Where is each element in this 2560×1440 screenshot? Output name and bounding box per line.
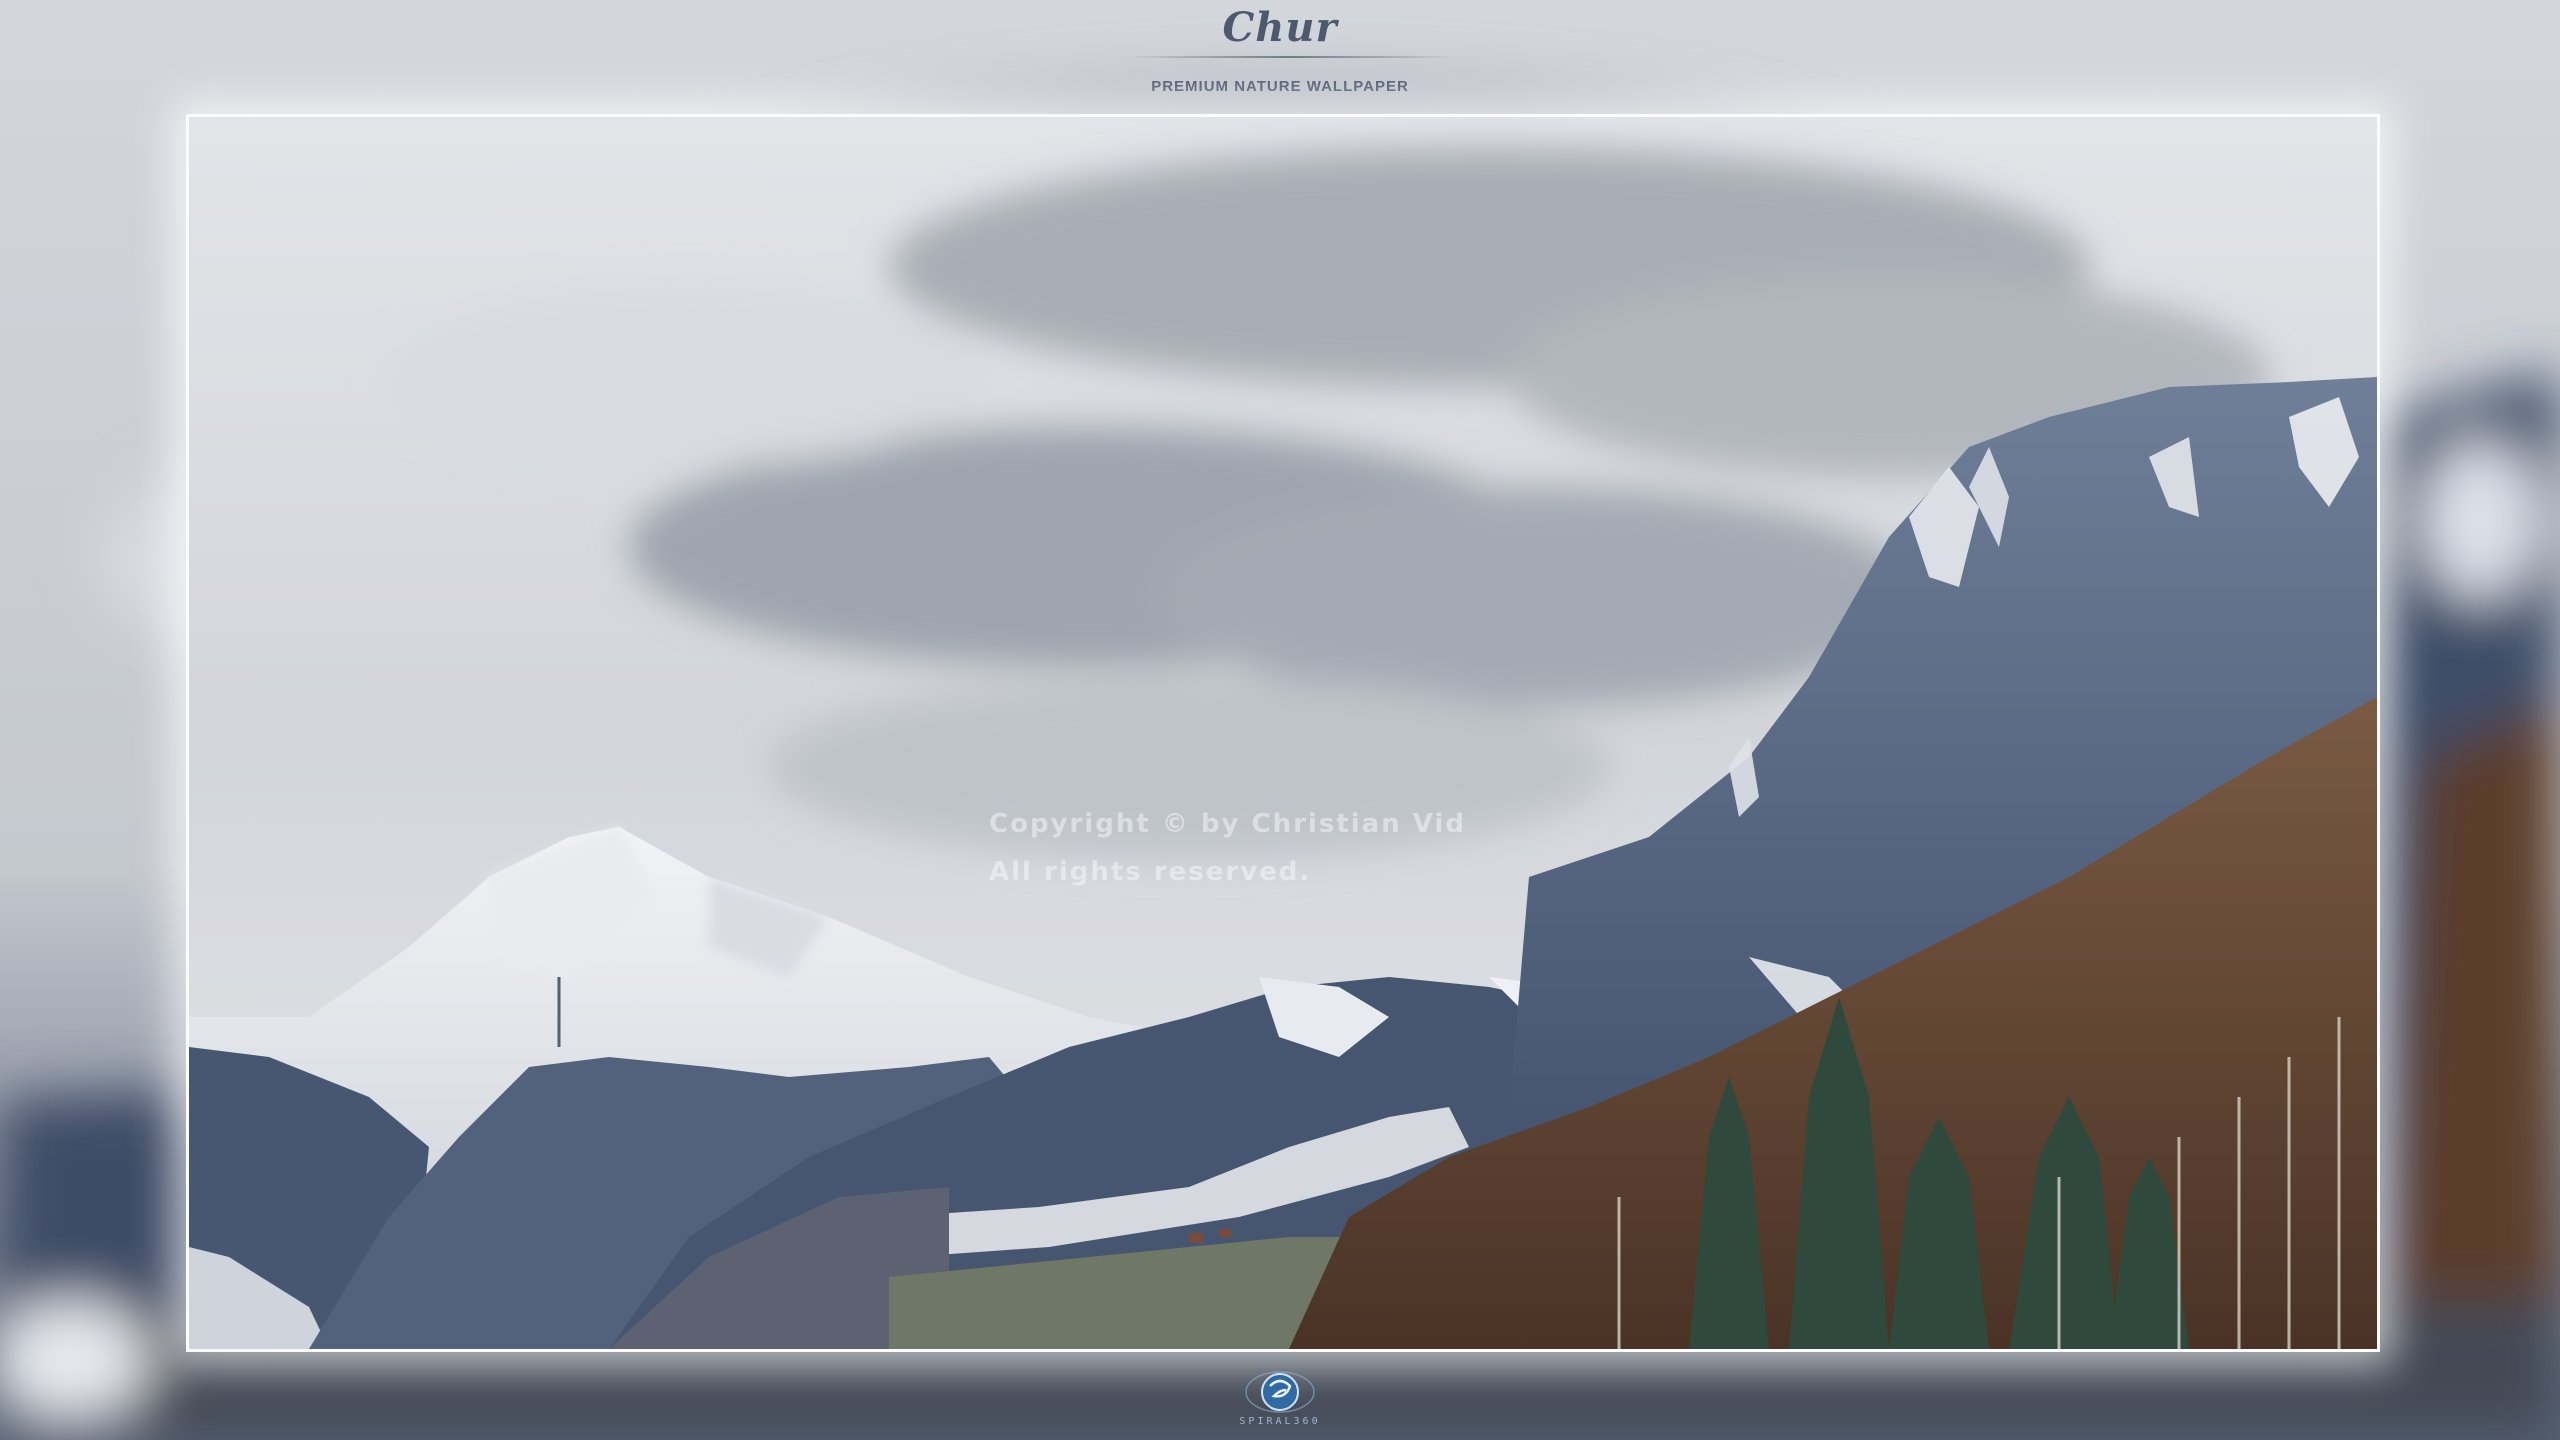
- footer-logo-text: SPIRAL360: [1239, 1416, 1321, 1427]
- mountain-landscape-photo: [189, 117, 2377, 1349]
- header-divider: [1125, 56, 1455, 58]
- brand-title: Chur: [1222, 4, 1338, 51]
- header: Chur PREMIUM NATURE WALLPAPER: [0, 0, 2560, 110]
- rights-watermark: All rights reserved.: [989, 857, 1312, 887]
- wallpaper-photo-frame: Copyright © by Christian Vid All rights …: [186, 114, 2380, 1352]
- header-subtitle: PREMIUM NATURE WALLPAPER: [1151, 78, 1409, 95]
- copyright-watermark: Copyright © by Christian Vid: [989, 809, 1466, 839]
